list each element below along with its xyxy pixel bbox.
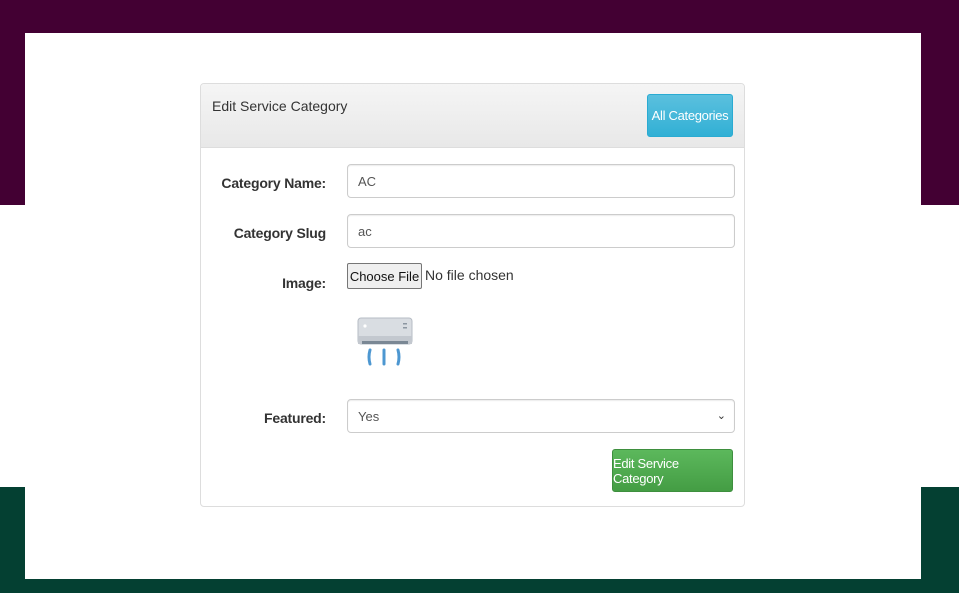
panel-heading: Edit Service Category All Categories: [201, 84, 744, 148]
category-name-label: Category Name:: [221, 175, 326, 191]
featured-select[interactable]: Yes ⌄: [347, 399, 735, 433]
edit-service-category-button[interactable]: Edit Service Category: [612, 449, 733, 492]
category-name-input[interactable]: AC: [347, 164, 735, 198]
featured-selected-value: Yes: [358, 408, 380, 424]
edit-category-panel: Edit Service Category All Categories Cat…: [200, 83, 745, 507]
file-status-text: No file chosen: [425, 267, 514, 283]
all-categories-button[interactable]: All Categories: [647, 94, 733, 137]
category-slug-input[interactable]: ac: [347, 214, 735, 248]
panel-title: Edit Service Category: [212, 98, 348, 114]
category-slug-label: Category Slug: [233, 225, 327, 241]
air-conditioner-icon: [357, 317, 413, 366]
category-slug-value: ac: [358, 223, 372, 239]
image-label: Image:: [282, 275, 326, 291]
featured-label: Featured:: [264, 410, 326, 426]
category-name-value: AC: [358, 173, 377, 189]
chevron-down-icon: ⌄: [716, 410, 726, 422]
choose-file-button[interactable]: Choose File: [347, 263, 422, 289]
